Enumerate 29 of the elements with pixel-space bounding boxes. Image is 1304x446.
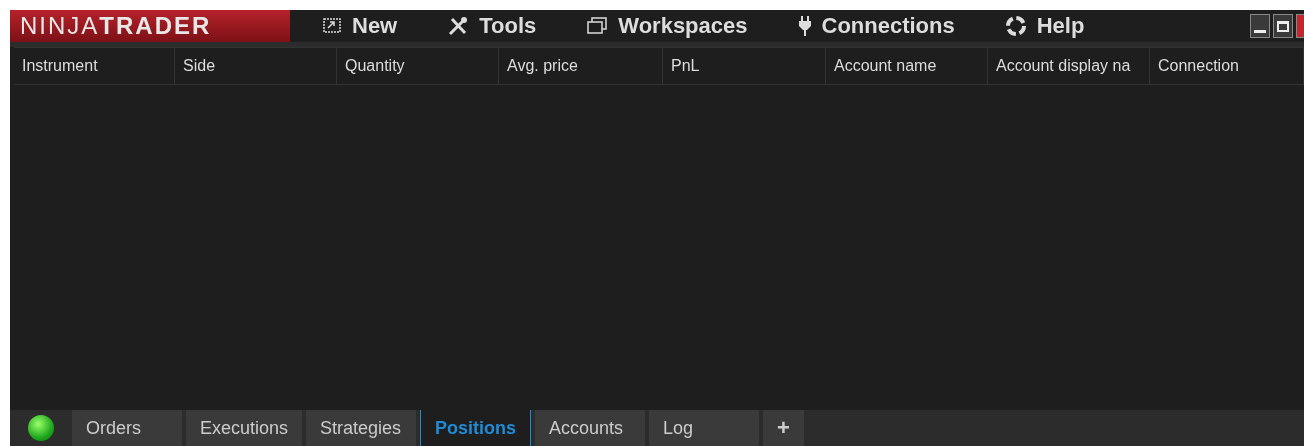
tab[interactable]: Orders: [72, 410, 182, 446]
menu-item[interactable]: Tools: [429, 10, 555, 42]
lifebuoy-icon: [1004, 15, 1027, 37]
menu-item[interactable]: New: [304, 10, 416, 42]
tools-icon: [447, 16, 470, 36]
logo: NINJATRADER: [10, 10, 290, 42]
column-header[interactable]: Connection: [1150, 48, 1304, 84]
column-header[interactable]: Side: [175, 48, 337, 84]
add-tab-button[interactable]: +: [763, 410, 804, 446]
menu-item[interactable]: Connections: [779, 10, 973, 42]
tab[interactable]: Executions: [186, 410, 303, 446]
tab[interactable]: Positions: [420, 410, 532, 446]
status-icon: [28, 415, 54, 441]
maximize-button[interactable]: [1273, 14, 1293, 38]
menu-item[interactable]: Workspaces: [568, 10, 766, 42]
tab[interactable]: Accounts: [535, 410, 646, 446]
window-icon: [322, 17, 342, 35]
plug-icon: [797, 15, 812, 37]
windows-icon: [586, 17, 609, 35]
column-header[interactable]: Instrument: [14, 48, 175, 84]
column-header[interactable]: Quantity: [337, 48, 499, 84]
column-header[interactable]: Account name: [826, 48, 988, 84]
tab[interactable]: Strategies: [306, 410, 417, 446]
minimize-button[interactable]: [1250, 14, 1270, 38]
column-header[interactable]: Avg. price: [499, 48, 663, 84]
menu-item[interactable]: Help: [986, 10, 1103, 42]
column-header[interactable]: Account display na: [988, 48, 1150, 84]
column-header[interactable]: PnL: [663, 48, 826, 84]
tab[interactable]: Log: [649, 410, 760, 446]
